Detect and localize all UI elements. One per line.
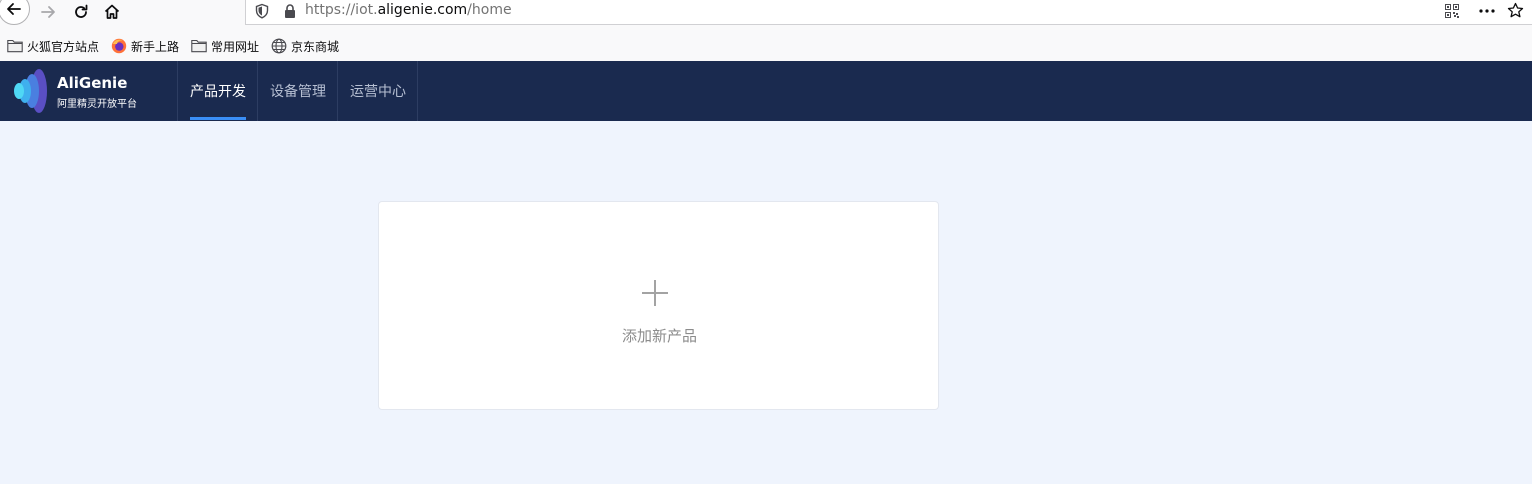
globe-icon	[271, 38, 287, 54]
bookmark-item[interactable]: 常用网址	[191, 37, 259, 55]
bookmark-label: 火狐官方站点	[27, 39, 100, 54]
shield-icon[interactable]	[254, 3, 270, 19]
nav-item-product-development[interactable]: 产品开发	[178, 61, 258, 121]
address-bar[interactable]: https://iot.aligenie.com/home	[245, 0, 1532, 25]
bookmarks-bar: 火狐官方站点 新手上路 常用网址 京东商城	[0, 25, 1532, 61]
more-actions-icon[interactable]	[1478, 3, 1496, 19]
qr-code-icon[interactable]	[1445, 4, 1459, 18]
nav-divider	[417, 61, 418, 121]
bookmark-label: 京东商城	[291, 39, 340, 54]
reload-icon	[75, 4, 88, 18]
brand-logo[interactable]: AliGenie 阿里精灵开放平台	[12, 69, 177, 113]
nav-item-label: 运营中心	[350, 84, 406, 100]
add-product-label: 添加新产品	[621, 327, 697, 345]
nav-item-label: 设备管理	[270, 84, 326, 100]
url-prefix: https://iot.	[305, 2, 378, 18]
nav-item-operations-center[interactable]: 运营中心	[338, 61, 418, 121]
back-arrow-icon	[7, 3, 21, 15]
bookmark-item[interactable]: 火狐官方站点	[7, 37, 99, 55]
brand-subtitle: 阿里精灵开放平台	[57, 99, 137, 110]
lock-icon[interactable]	[283, 3, 297, 19]
nav-item-label: 产品开发	[190, 84, 246, 100]
folder-icon	[7, 39, 23, 53]
browser-toolbar: https://iot.aligenie.com/home	[0, 0, 1532, 25]
forward-arrow-icon	[41, 6, 55, 18]
plus-icon	[642, 280, 668, 306]
star-icon[interactable]	[1507, 2, 1524, 19]
home-button[interactable]	[98, 0, 126, 24]
app-header: AliGenie 阿里精灵开放平台 产品开发 设备管理 运营中心	[0, 61, 1532, 121]
active-tab-indicator	[190, 117, 246, 120]
bookmark-item[interactable]: 新手上路	[111, 37, 179, 55]
bookmark-item[interactable]: 京东商城	[271, 37, 339, 55]
back-button[interactable]	[0, 0, 30, 25]
firefox-icon	[111, 38, 127, 54]
folder-icon	[191, 39, 207, 53]
home-icon	[104, 4, 120, 19]
url-text[interactable]: https://iot.aligenie.com/home	[305, 2, 512, 18]
nav-item-device-management[interactable]: 设备管理	[258, 61, 338, 121]
aligenie-logo-icon	[14, 69, 47, 113]
reload-button[interactable]	[67, 0, 95, 24]
bookmark-label: 新手上路	[131, 39, 180, 54]
bookmark-label: 常用网址	[211, 39, 260, 54]
url-domain: aligenie.com	[377, 2, 468, 18]
forward-button[interactable]	[34, 0, 62, 24]
url-path: /home	[467, 2, 512, 18]
brand-title: AliGenie	[57, 74, 128, 92]
add-product-card[interactable]: 添加新产品	[378, 201, 939, 410]
